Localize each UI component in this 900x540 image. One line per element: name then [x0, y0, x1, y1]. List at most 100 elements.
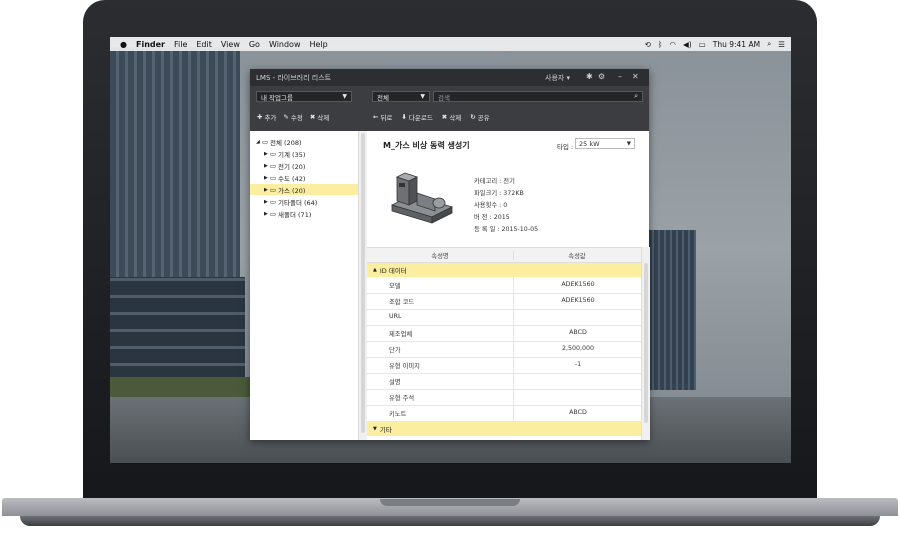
user-menu[interactable]: 사용자 ▾: [545, 73, 570, 83]
share-button-label: 공유: [477, 114, 490, 122]
caret-right-icon[interactable]: ▶: [264, 187, 268, 193]
tree-item-new-folder[interactable]: ▶ ▭ 새폴더 (71): [264, 208, 311, 219]
property-row[interactable]: 단가 2,500,000: [367, 341, 641, 358]
caret-right-icon[interactable]: ▶: [264, 175, 268, 181]
column-header-name[interactable]: 속성명: [367, 251, 514, 260]
tree-root-label: 전체 (208): [270, 138, 302, 147]
property-row[interactable]: 설명: [367, 373, 641, 390]
generator-thumbnail: [390, 172, 454, 224]
property-group-id-data[interactable]: ▲ ID 데이터: [367, 263, 641, 277]
property-row[interactable]: 유형 이미지 -1: [367, 357, 641, 374]
folder-icon: ▭: [269, 209, 277, 218]
properties-scrollbar-thumb[interactable]: [644, 263, 648, 423]
wifi-icon[interactable]: ◠: [669, 40, 676, 49]
caret-right-icon[interactable]: ▶: [264, 211, 268, 217]
delete-item-button[interactable]: ✖ 삭제: [442, 112, 461, 122]
tree-root[interactable]: ◢ ▭ 전체 (208): [256, 136, 302, 147]
tree-item-label: 기타폴더 (64): [278, 198, 318, 207]
menu-app-name[interactable]: Finder: [136, 40, 165, 49]
tree-item-label: 가스 (20): [278, 186, 306, 195]
edit-icon: ✎: [283, 113, 289, 121]
search-icon[interactable]: ⌕: [634, 92, 638, 101]
caret-right-icon[interactable]: ▶: [264, 151, 268, 157]
property-name: 조합 코드: [389, 299, 415, 306]
menu-file[interactable]: File: [174, 40, 187, 49]
minimize-button[interactable]: –: [618, 72, 622, 81]
settings-icon[interactable]: ⚙: [598, 72, 605, 81]
tree-item-mechanical[interactable]: ▶ ▭ 기계 (35): [264, 148, 305, 159]
battery-icon[interactable]: ▭: [699, 40, 706, 49]
plus-icon: ✚: [257, 113, 263, 121]
delete-button[interactable]: ✖ 삭제: [310, 112, 329, 122]
right-toolbar: ← 뒤로 ⬇ 다운로드 ✖ 삭제 ↻ 공유: [373, 112, 490, 122]
pin-icon[interactable]: ✱: [586, 72, 593, 81]
workgroup-select-value: 내 작업그룹: [261, 93, 293, 102]
chevron-down-icon: ▼: [626, 140, 631, 147]
menu-edit[interactable]: Edit: [196, 40, 212, 49]
detail-panel: M_가스 비상 동력 생성기 타입 : 25 kW ▼ 카테고리 : 전기 파일…: [367, 131, 650, 440]
tree-scrollbar-thumb[interactable]: [361, 133, 365, 433]
type-select[interactable]: 25 kW ▼: [575, 138, 635, 149]
delete-icon: ✖: [309, 113, 316, 121]
property-row[interactable]: 키노트 ABCD: [367, 405, 641, 422]
screen: ● Finder File Edit View Go Window Help ⟲…: [110, 37, 791, 463]
property-value: [513, 373, 642, 389]
tree-item-gas[interactable]: ▶ ▭ 가스 (20): [250, 184, 358, 195]
property-row[interactable]: 모델 ADEK1560: [367, 277, 641, 294]
menubar-clock[interactable]: Thu 9:41 AM: [713, 40, 760, 49]
workgroup-select[interactable]: 내 작업그룹 ▼: [256, 91, 352, 102]
property-row[interactable]: 조합 코드 ADEK1560: [367, 293, 641, 310]
caret-right-icon[interactable]: ▶: [264, 199, 268, 205]
menubar-status: ⟲ ᛒ ◠ ◀) ▭ Thu 9:41 AM ⌕ ☰: [645, 37, 785, 51]
apple-icon[interactable]: ●: [120, 40, 127, 49]
folder-icon: ▭: [269, 197, 277, 206]
search-input[interactable]: 검색 ⌕: [433, 91, 643, 102]
add-button[interactable]: ✚ 추가: [257, 112, 276, 122]
back-button[interactable]: ← 뒤로: [373, 112, 392, 122]
filter-select[interactable]: 전체 ▼: [372, 91, 430, 102]
menu-go[interactable]: Go: [249, 40, 260, 49]
property-name: 단가: [389, 347, 401, 354]
window-title: LMS - 라이브러리 리스트: [256, 73, 332, 82]
property-name: 설명: [389, 379, 401, 386]
menu-view[interactable]: View: [221, 40, 240, 49]
property-row[interactable]: URL: [367, 309, 641, 326]
menu-help[interactable]: Help: [310, 40, 328, 49]
close-button[interactable]: ✕: [632, 72, 639, 81]
property-value: ABCD: [513, 405, 642, 421]
product-title: M_가스 비상 동력 생성기: [383, 141, 470, 150]
share-icon: ↻: [470, 113, 476, 121]
tree-item-other[interactable]: ▶ ▭ 기타폴더 (64): [264, 196, 317, 207]
column-header-value[interactable]: 속성값: [513, 251, 641, 260]
spotlight-icon[interactable]: ⌕: [767, 39, 771, 49]
volume-icon[interactable]: ◀): [683, 40, 692, 49]
folder-icon: ▭: [261, 137, 269, 146]
back-icon: ←: [373, 113, 379, 121]
properties-scrollbar[interactable]: [641, 247, 650, 440]
share-button[interactable]: ↻ 공유: [470, 112, 489, 122]
property-name: 제조업체: [389, 331, 413, 338]
download-button[interactable]: ⬇ 다운로드: [401, 112, 432, 122]
tree-item-water[interactable]: ▶ ▭ 수도 (42): [264, 172, 305, 183]
edit-button[interactable]: ✎ 수정: [283, 112, 302, 122]
property-group-other[interactable]: ▼ 기타: [367, 422, 641, 436]
menu-window[interactable]: Window: [269, 40, 301, 49]
laptop-base-edge: [20, 516, 880, 526]
property-row[interactable]: 유형 주석: [367, 389, 641, 406]
folder-icon: ▭: [269, 149, 277, 158]
window-titlebar[interactable]: LMS - 라이브러리 리스트 사용자 ▾ ✱ ⚙ – ✕: [250, 69, 649, 86]
mac-menubar: ● Finder File Edit View Go Window Help ⟲…: [110, 37, 791, 51]
filter-select-value: 전체: [377, 93, 389, 102]
time-machine-icon[interactable]: ⟲: [645, 40, 651, 49]
property-row[interactable]: 제조업체 ABCD: [367, 325, 641, 342]
caret-up-icon: ▲: [373, 267, 377, 273]
property-value: ADEK1560: [513, 277, 642, 293]
tree-item-electric[interactable]: ▶ ▭ 전기 (20): [264, 160, 305, 171]
search-placeholder: 검색: [438, 93, 450, 102]
property-name: 모델: [389, 283, 401, 290]
chevron-down-icon: ▼: [342, 93, 347, 100]
caret-right-icon[interactable]: ▶: [264, 163, 268, 169]
bluetooth-icon[interactable]: ᛒ: [658, 40, 663, 49]
notification-center-icon[interactable]: ☰: [778, 40, 785, 49]
caret-down-icon[interactable]: ◢: [256, 139, 260, 145]
